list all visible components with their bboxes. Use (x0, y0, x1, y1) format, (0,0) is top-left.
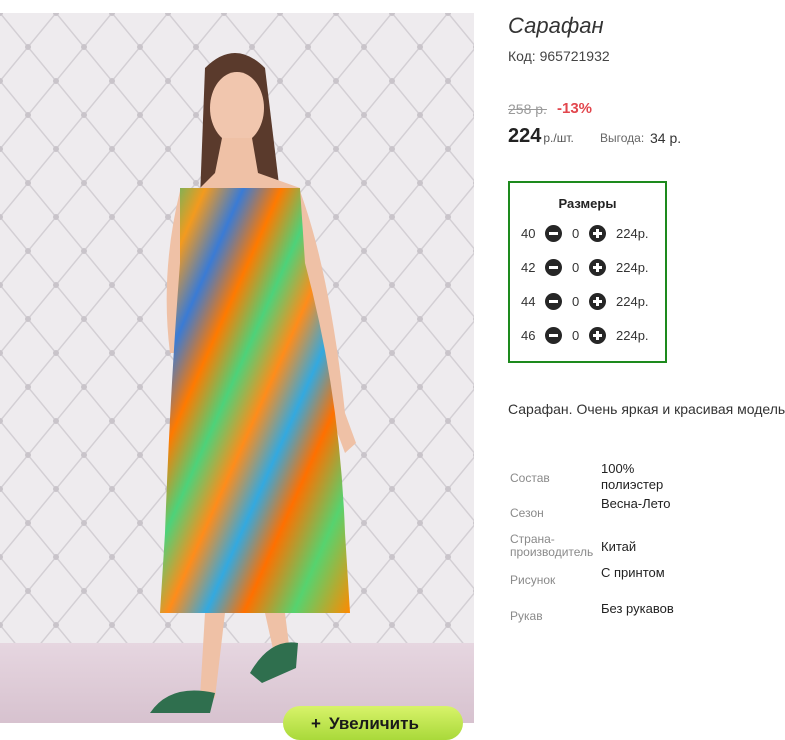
quantity-value: 0 (572, 260, 580, 275)
benefit-label: Выгода: (600, 131, 645, 145)
plus-icon[interactable] (589, 225, 606, 242)
size-value: 40 (521, 226, 536, 241)
size-price: 224р. (616, 226, 649, 241)
property-value: С принтом (601, 565, 665, 580)
sizes-title: Размеры (558, 196, 617, 211)
quantity-value: 0 (572, 328, 580, 343)
product-image (0, 13, 474, 723)
plus-icon[interactable] (589, 293, 606, 310)
product-title: Сарафан (508, 13, 604, 38)
plus-icon: + (311, 714, 321, 733)
property-value: 100% полиэстер (601, 461, 664, 492)
size-value: 44 (521, 294, 536, 309)
minus-icon[interactable] (545, 259, 562, 276)
property-key: Страна-производитель (510, 532, 594, 559)
plus-icon[interactable] (589, 259, 606, 276)
size-row: 46 0 224р. (510, 325, 665, 347)
property-value: Китай (601, 539, 637, 554)
benefit-value: 34 р. (650, 130, 682, 146)
discount-badge: -13% (557, 100, 593, 117)
size-row: 40 0 224р. (510, 223, 665, 245)
product-photo[interactable] (0, 13, 474, 723)
size-price: 224р. (616, 294, 649, 309)
size-value: 42 (521, 260, 536, 275)
current-price: 224 (508, 125, 542, 147)
size-value: 46 (521, 328, 536, 343)
property-key: Состав (510, 471, 550, 485)
property-value: Весна-Лето (601, 496, 671, 511)
property-key: Рукав (510, 609, 543, 623)
property-key: Сезон (510, 506, 544, 520)
size-row: 44 0 224р. (510, 291, 665, 313)
property-key: Рисунок (510, 573, 556, 587)
plus-icon[interactable] (589, 327, 606, 344)
old-price: 258 р. (508, 101, 547, 117)
product-code: Код: 965721932 (508, 48, 610, 64)
zoom-label: Увеличить (328, 714, 419, 733)
price-unit: р./шт. (543, 131, 574, 145)
sizes-box: Размеры 40 0 224р. 42 0 224р. 44 0 224р.… (508, 181, 667, 363)
product-description: Сарафан. Очень яркая и красивая модель (508, 401, 785, 417)
minus-icon[interactable] (545, 293, 562, 310)
price-row: 224 р./шт. (508, 125, 574, 148)
minus-icon[interactable] (545, 327, 562, 344)
size-price: 224р. (616, 328, 649, 343)
minus-icon[interactable] (545, 225, 562, 242)
zoom-button[interactable]: + Увеличить (283, 706, 463, 740)
size-price: 224р. (616, 260, 649, 275)
size-row: 42 0 224р. (510, 257, 665, 279)
quantity-value: 0 (572, 226, 580, 241)
quantity-value: 0 (572, 294, 580, 309)
property-value: Без рукавов (601, 601, 674, 616)
